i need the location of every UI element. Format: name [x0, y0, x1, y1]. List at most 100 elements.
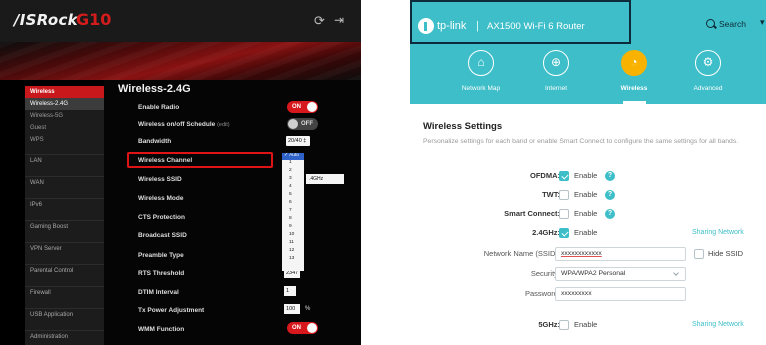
twt-checkbox[interactable] [559, 190, 569, 200]
band-5ghz-label: 5GHz: [538, 320, 560, 329]
password-input[interactable]: xxxxxxxxx [555, 287, 686, 301]
tplink-brand: tp-link [437, 20, 467, 32]
bandwidth-select[interactable]: 20/40 ‡ [286, 136, 310, 146]
channel-option-auto[interactable]: ✓ Auto [282, 153, 304, 160]
sharing-network-link[interactable]: Sharing Network [692, 228, 744, 238]
asrock-banner [0, 42, 361, 80]
wmm-function-label: WMM Function [138, 326, 185, 333]
sidebar-item-lan[interactable]: LAN [25, 154, 104, 167]
band-24ghz-label: 2.4GHz: [532, 228, 560, 237]
wireless-ssid-label: Wireless SSID [138, 176, 182, 183]
channel-option[interactable]: 4 [282, 184, 304, 191]
asrock-model-name: G10 [76, 10, 112, 29]
page-title: Wireless-2.4G [118, 83, 191, 95]
band-24ghz-checkbox[interactable] [559, 228, 569, 238]
ofdma-checkbox[interactable] [559, 171, 569, 181]
channel-dropdown-list[interactable]: ✓ Auto 1 2 3 4 5 6 7 8 9 10 11 12 13 [282, 153, 304, 271]
sidebar-item-wps[interactable]: WPS [25, 134, 104, 146]
channel-option[interactable]: 3 [282, 176, 304, 183]
help-icon[interactable]: ? [605, 209, 615, 219]
search-icon[interactable] [706, 19, 715, 28]
sidebar-item-firewall[interactable]: Firewall [25, 286, 104, 299]
sidebar-item-usb-application[interactable]: USB Application [25, 308, 104, 321]
asrock-logo: /ISRock [14, 11, 78, 29]
security-value: WPA/WPA2 Personal [561, 270, 626, 277]
schedule-toggle[interactable]: OFF [287, 118, 318, 130]
sidebar-item-ipv6[interactable]: IPv6 [25, 198, 104, 211]
enable-radio-toggle[interactable]: ON [287, 101, 318, 113]
wmm-toggle[interactable]: ON [287, 322, 318, 334]
chevron-down-icon [673, 270, 679, 276]
band-24ghz-enable-label: Enable [574, 228, 598, 237]
band-5ghz-enable-label: Enable [574, 320, 598, 329]
bandwidth-label: Bandwidth [138, 138, 172, 145]
toggle-knob [288, 119, 298, 129]
toggle-state: ON [292, 104, 301, 110]
sidebar-item-wan[interactable]: WAN [25, 176, 104, 189]
ofdma-enable-label: Enable [574, 171, 598, 180]
sidebar-item-gaming-boost[interactable]: Gaming Boost [25, 220, 104, 233]
nav-wireless[interactable]: ◔ Wireless [599, 50, 669, 93]
band-5ghz-checkbox[interactable] [559, 320, 569, 330]
sidebar-item-wireless[interactable]: Wireless [25, 86, 104, 98]
ssid-value: xxxxxxxxxxxx [561, 250, 602, 257]
gear-icon: ⚙ [695, 50, 721, 76]
refresh-icon[interactable]: ⟳ [314, 13, 325, 29]
channel-option[interactable]: 13 [282, 256, 304, 263]
hide-ssid-label: Hide SSID [708, 249, 744, 258]
sidebar-item-wireless-5g[interactable]: Wireless-5G [25, 110, 104, 122]
ssid-input[interactable]: xxxxxxxxxxxx [555, 247, 686, 261]
sidebar-item-vpn-server[interactable]: VPN Server [25, 242, 104, 255]
nav-advanced[interactable]: ⚙ Advanced [673, 50, 743, 93]
channel-option[interactable]: 6 [282, 200, 304, 207]
broadcast-ssid-label: Broadcast SSID [138, 232, 187, 239]
sidebar-item-guest[interactable]: Guest [25, 122, 104, 134]
nav-internet[interactable]: ⊕ Internet [521, 50, 591, 93]
tx-power-input[interactable]: 100 [284, 304, 300, 314]
dtim-interval-label: DTIM Interval [138, 289, 179, 296]
channel-option[interactable]: 1 [282, 160, 304, 167]
help-icon[interactable]: ? [605, 171, 615, 181]
password-value: xxxxxxxxx [561, 290, 592, 297]
logout-icon[interactable]: ⇥ [334, 13, 344, 27]
hide-ssid-checkbox[interactable] [694, 249, 704, 259]
channel-option[interactable]: 10 [282, 232, 304, 239]
channel-option[interactable]: 8 [282, 216, 304, 223]
cts-protection-label: CTS Protection [138, 214, 185, 221]
active-tab-indicator [623, 101, 646, 104]
ssid-label: Network Name (SSID): [483, 249, 560, 258]
twt-label: TWT: [542, 190, 560, 199]
wireless-ssid-input[interactable]: .4GHz [306, 174, 344, 184]
schedule-edit-link[interactable]: (edit) [217, 122, 230, 128]
security-select[interactable]: WPA/WPA2 Personal [555, 267, 686, 281]
chevron-down-icon[interactable]: ▾ [760, 17, 765, 28]
channel-option[interactable]: 7 [282, 208, 304, 215]
channel-option[interactable]: 12 [282, 248, 304, 255]
search-button[interactable]: Search [719, 19, 746, 29]
smart-connect-checkbox[interactable] [559, 209, 569, 219]
password-label: Password: [524, 289, 560, 298]
nav-network-map[interactable]: ⌂ Network Map [446, 50, 516, 93]
channel-option[interactable]: 5 [282, 192, 304, 199]
sidebar-item-parental-control[interactable]: Parental Control [25, 264, 104, 277]
channel-option[interactable]: 9 [282, 224, 304, 231]
globe-icon: ⊕ [543, 50, 569, 76]
channel-option[interactable]: 2 [282, 168, 304, 175]
asrock-router-panel: /ISRock G10 ⟳ ⇥ Wireless Wireless-2.4G W… [0, 0, 361, 345]
sharing-network-link[interactable]: Sharing Network [692, 320, 744, 330]
channel-option[interactable]: 11 [282, 240, 304, 247]
nav-label: Network Map [461, 85, 501, 92]
section-title: Wireless Settings [423, 121, 503, 132]
network-map-icon: ⌂ [468, 50, 494, 76]
header-separator: | [476, 20, 479, 32]
toggle-knob [307, 102, 317, 112]
sidebar-item-administration[interactable]: Administration [25, 330, 104, 343]
toggle-state: OFF [301, 121, 313, 127]
smart-connect-label: Smart Connect: [504, 209, 560, 218]
rts-threshold-label: RTS Threshold [138, 270, 185, 277]
schedule-label: Wireless on/off Schedule (edit) [138, 120, 230, 130]
sidebar-item-wireless-2-4g[interactable]: Wireless-2.4G [25, 98, 104, 110]
dtim-interval-input[interactable]: 1 [284, 286, 296, 296]
preamble-type-label: Preamble Type [138, 252, 184, 259]
help-icon[interactable]: ? [605, 190, 615, 200]
